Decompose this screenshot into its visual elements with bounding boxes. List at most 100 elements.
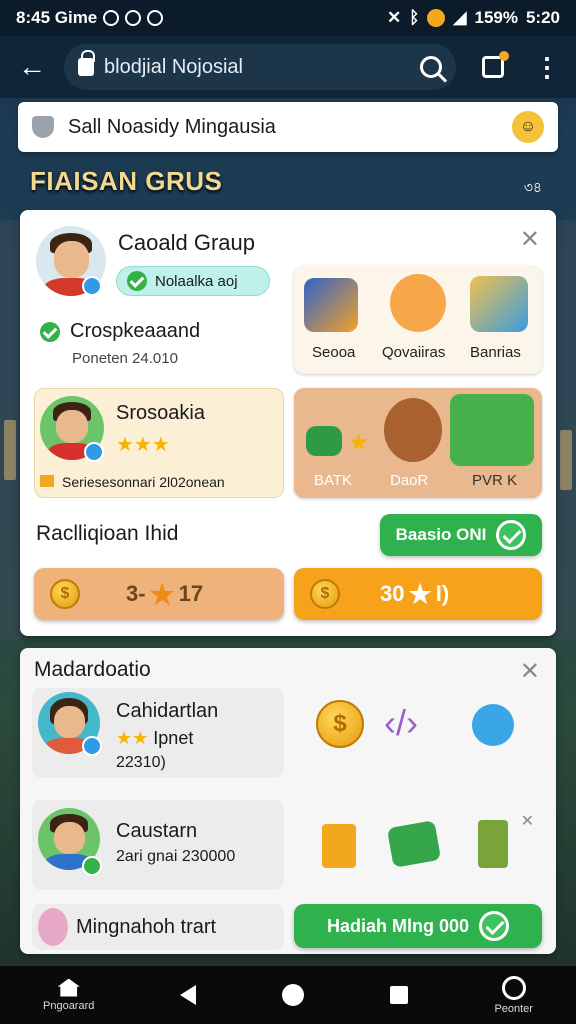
verified-icon [82, 276, 102, 296]
row1-stars-text: Ipnet [153, 728, 194, 748]
gift-icon[interactable] [322, 824, 356, 868]
dismiss-icon[interactable]: ✕ [521, 814, 534, 830]
avatar[interactable] [38, 908, 68, 946]
monkey-icon[interactable] [390, 274, 446, 332]
more-menu-icon[interactable]: ⋮ [534, 54, 560, 80]
row3-name: Mingnahoh trart [76, 916, 217, 938]
checkmark-icon [479, 911, 510, 941]
mute-icon: ✕ [386, 8, 402, 27]
tile-label-2: Qovaiiras [382, 344, 446, 361]
tile-label-1: Seooa [312, 344, 356, 361]
window-right [560, 430, 572, 490]
back-arrow-icon[interactable]: ← [12, 51, 52, 83]
verified-icon [84, 442, 104, 462]
row1-name: Cahidartlan [116, 700, 219, 722]
member2-sub-text: Seriesesonnari 2l02onean [62, 474, 225, 490]
second-card-title: Madardoatio [34, 658, 151, 681]
recent-apps-icon[interactable] [390, 986, 409, 1004]
coin-icon: $ [310, 579, 340, 609]
member2-sub: Seriesesonnari 2l02onean [40, 474, 225, 490]
emoji-face-icon[interactable]: ☺ [512, 111, 544, 143]
coin-icon[interactable]: $ [316, 700, 364, 748]
nav-home-app[interactable]: Pngoarard [43, 978, 95, 1012]
checkmark-icon [496, 520, 527, 550]
search-icon[interactable] [420, 56, 442, 78]
browser-bar: ← blodjial Nojosial ⋮ [0, 36, 576, 98]
clock-icon [103, 10, 120, 26]
cash-stack-icon[interactable] [386, 820, 442, 868]
redeem-button[interactable]: Hadiah Mlng 000 [294, 904, 542, 948]
compass-icon [501, 975, 526, 1000]
member-check-icon [40, 322, 60, 342]
member1-name: Crospkeaaand [70, 320, 201, 342]
avatar-face [56, 410, 88, 444]
reward-tiles-top: Seooa Qovaiiras Banrias [294, 266, 542, 374]
reward-left-num: 17 [178, 581, 204, 606]
chat-icon [125, 10, 142, 26]
tabs-icon[interactable] [482, 51, 509, 78]
group-badge-label: Nolaalka aoj [155, 272, 238, 290]
rating-stars: ★★ [116, 728, 149, 748]
redeem-button-label: Hadiah Mlng 000 [326, 915, 470, 936]
verified-icon [82, 856, 102, 876]
reward-bar-left[interactable]: $ 3- ★ 17 [34, 568, 284, 620]
nav-left-label: Pngoarard [43, 999, 95, 1012]
box-icon [40, 475, 54, 487]
shield-check-icon [32, 116, 54, 138]
battery-text: 159% [474, 8, 518, 27]
status-left: 8:45 Gime [16, 8, 164, 28]
group-badge[interactable]: Nolaalka aoj [116, 266, 270, 296]
verified-icon [82, 736, 102, 756]
member1-sub: Poneten 24.010 [72, 350, 178, 367]
reward-right-text: 30 [380, 581, 405, 606]
notice-banner[interactable]: Sall Noasidy Mingausia ☺ [18, 102, 558, 152]
close-icon[interactable]: ✕ [520, 660, 540, 684]
status-time: 5:20 [525, 8, 560, 27]
avatar-face [53, 821, 85, 854]
frog-prize-icon[interactable] [450, 394, 534, 466]
avatar-face [53, 241, 89, 278]
claim-button[interactable]: Baasio ONI [380, 514, 542, 556]
row2-name: Caustarn [116, 820, 198, 842]
reward-bar-right[interactable]: $ 30 ★ I) [294, 568, 542, 620]
action-label: Raclliqioan Ihid [36, 522, 179, 545]
tile-label-5: DaoR [390, 472, 429, 489]
phone-icon[interactable] [478, 820, 508, 868]
bluetooth-icon: ᛒ [409, 8, 420, 27]
tile-label-6: PVR K [472, 472, 518, 489]
section-more[interactable]: ৩৪ [524, 176, 542, 200]
status-bar: 8:45 Gime ✕ ᛒ ◢ 159% 5:20 [0, 0, 576, 36]
teddy-bear-icon[interactable] [384, 398, 442, 462]
notice-text: Sall Noasidy Mingausia [68, 115, 276, 138]
tab-notification-dot [499, 51, 509, 61]
url-text: blodjial Nojosial [104, 55, 243, 78]
group-title: Caoald Graup [118, 230, 255, 255]
window-left [4, 420, 16, 480]
check-icon [127, 271, 147, 291]
section-title: FIAISAN GRUS [30, 166, 223, 196]
reward-tiles-bottom: ★ BATK DaoR PVR K [294, 388, 542, 498]
claim-button-label: Baasio ONI [395, 525, 487, 544]
nav-right-app[interactable]: Peonter [494, 975, 533, 1015]
cards-icon[interactable] [304, 278, 358, 332]
close-icon[interactable]: ✕ [520, 228, 540, 252]
rating-stars: ★★★ [116, 434, 170, 456]
coin-status-icon [427, 9, 446, 27]
reward-right-tail: I) [435, 581, 450, 606]
home-icon [57, 978, 80, 997]
rainbow-icon[interactable]: ‹/› [384, 702, 418, 744]
signal-icon: ◢ [453, 8, 467, 27]
gift-box-icon[interactable] [470, 276, 528, 332]
home-button-icon[interactable] [282, 984, 305, 1006]
reward-left-text: 3- [126, 581, 146, 606]
tile-label-4: BATK [314, 472, 353, 489]
back-icon[interactable] [180, 985, 197, 1005]
status-left-text: 8:45 Gime [16, 8, 98, 27]
url-bar[interactable]: blodjial Nojosial [64, 44, 456, 90]
group-card: ✕ Caoald Graup Nolaalka aoj Crospkeaaand… [20, 210, 556, 636]
row2-sub: 2ari gnai 230000 [116, 848, 236, 865]
cash-icon[interactable] [306, 426, 342, 456]
second-card: Madardoatio ✕ Cahidartlan ★★ Ipnet 22310… [20, 648, 556, 954]
blue-creature-icon[interactable] [472, 704, 514, 746]
star-icon: ★ [408, 578, 432, 609]
